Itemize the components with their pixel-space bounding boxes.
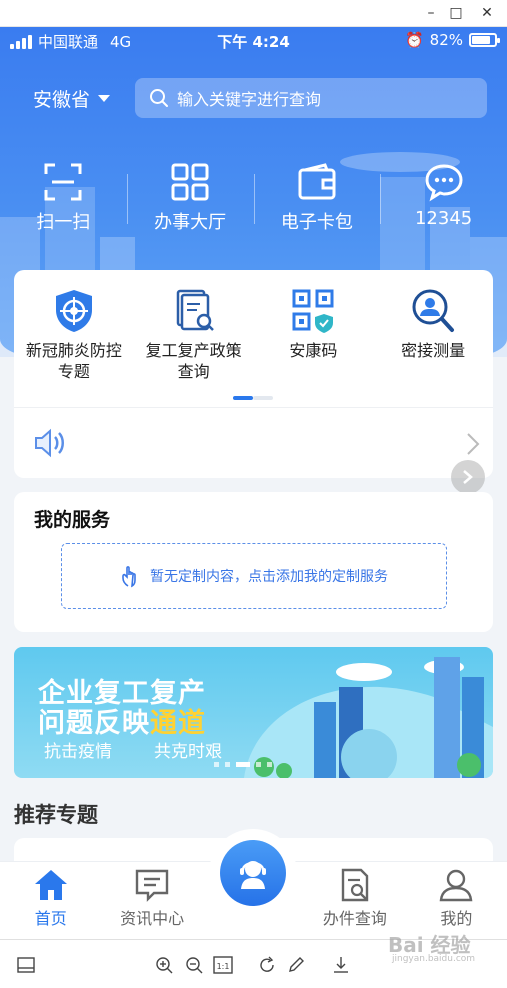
banner-subtitle-2: 共克时艰 (154, 742, 222, 762)
window-title-bar: – □ ✕ (0, 0, 507, 27)
add-custom-service-button[interactable]: 暂无定制内容，点击添加我的定制服务 (61, 543, 447, 609)
quick-action-label: 12345 (414, 208, 473, 229)
banner-pager (214, 762, 272, 767)
service-close-contact[interactable]: 密接测量 (373, 288, 493, 382)
service-label-line1: 密接测量 (401, 341, 466, 360)
banner-title-highlight: 通道 (150, 708, 206, 739)
tab-home[interactable]: 首页 (0, 862, 101, 939)
banner-dot (225, 762, 230, 767)
notice-bar[interactable] (14, 407, 493, 478)
carousel-pager (233, 396, 273, 400)
download-icon[interactable] (330, 954, 352, 976)
zoom-out-icon[interactable] (183, 954, 205, 976)
chevron-right-icon (463, 470, 473, 484)
tab-label: 首页 (34, 909, 67, 928)
close-icon[interactable]: ✕ (478, 4, 496, 22)
query-icon (341, 868, 369, 902)
zoom-in-icon[interactable] (153, 954, 175, 976)
banner-dot (256, 762, 261, 767)
banner-title-line2-a: 问题反映 (38, 708, 150, 739)
floating-next-button[interactable] (451, 460, 485, 494)
qr-code-icon (292, 289, 334, 333)
rotate-icon[interactable] (256, 954, 278, 976)
banner-subtitle-1: 抗击疫情 (44, 742, 112, 762)
grid-icon (171, 163, 209, 201)
document-search-icon (176, 289, 214, 331)
recommended-title: 推荐专题 (14, 803, 98, 827)
service-resume-policy[interactable]: 复工复产政策 查询 (134, 288, 254, 382)
battery-icon (469, 33, 500, 47)
tab-mine[interactable]: 我的 (406, 862, 507, 939)
quick-action-label: 扫一扫 (36, 212, 91, 233)
shield-target-icon (55, 290, 92, 332)
quick-actions: 扫一扫 办事大厅 电子卡包 12345 (0, 162, 507, 242)
phone-screen: 中国联通 4G 下午 4:24 ⏰ 82% 安徽省 输入关键字进行查询 扫一扫 (0, 27, 507, 939)
banner-dot-active (236, 762, 250, 767)
banner-dot (214, 762, 219, 767)
service-label-line2: 专题 (57, 362, 90, 381)
actual-size-icon[interactable]: 1:1 (212, 954, 234, 976)
edit-icon[interactable] (285, 954, 307, 976)
tap-hand-icon (122, 566, 136, 588)
speaker-icon (35, 428, 64, 458)
tab-label: 我的 (440, 909, 473, 928)
wallet-icon (298, 163, 336, 200)
assistant-icon (240, 861, 266, 889)
service-covid-topic[interactable]: 新冠肺炎防控 专题 (14, 288, 134, 382)
region-selector[interactable]: 安徽省 (33, 85, 111, 112)
pager-dot-active (233, 396, 253, 400)
resume-work-banner[interactable]: 企业复工复产 问题反映通道 抗击疫情 共克时艰 (14, 647, 493, 778)
quick-action-12345[interactable]: 12345 (380, 162, 507, 242)
battery-percent: 82% (429, 31, 463, 49)
search-placeholder: 输入关键字进行查询 (177, 90, 322, 109)
quick-action-wallet[interactable]: 电子卡包 (253, 162, 381, 242)
minimize-icon[interactable]: – (422, 4, 440, 22)
news-icon (135, 869, 169, 902)
panel-toggle-icon[interactable] (15, 954, 37, 976)
tab-query[interactable]: 办件查询 (304, 862, 405, 939)
tab-news[interactable]: 资讯中心 (101, 862, 202, 939)
maximize-icon[interactable]: □ (447, 4, 465, 22)
service-ankang-code[interactable]: 安康码 (254, 288, 374, 382)
quick-action-hall[interactable]: 办事大厅 (126, 162, 254, 242)
user-icon (439, 869, 473, 902)
quick-action-label: 办事大厅 (154, 212, 227, 233)
service-label-line1: 新冠肺炎防控 (25, 341, 122, 360)
person-search-icon (412, 289, 455, 332)
banner-dot (267, 762, 272, 767)
assistant-button[interactable] (209, 829, 297, 917)
tab-label: 办件查询 (322, 909, 387, 928)
banner-title-line2: 问题反映通道 (38, 701, 206, 740)
svg-text:1:1: 1:1 (217, 962, 230, 971)
service-label-line1: 安康码 (289, 341, 338, 360)
home-icon (34, 870, 67, 900)
alarm-icon: ⏰ (404, 31, 424, 49)
region-label: 安徽省 (33, 89, 91, 111)
status-bar: 中国联通 4G 下午 4:24 ⏰ 82% (0, 27, 507, 55)
chevron-right-icon (467, 433, 480, 455)
service-label-line2: 查询 (177, 362, 210, 381)
chevron-down-icon (98, 95, 111, 102)
watermark-url: jingyan.baidu.com (392, 954, 476, 964)
service-label-line1: 复工复产政策 (145, 341, 242, 360)
pager-dot (253, 396, 273, 400)
search-input[interactable]: 输入关键字进行查询 (135, 78, 487, 118)
my-services-title: 我的服务 (34, 509, 111, 531)
my-services-card: 我的服务 暂无定制内容，点击添加我的定制服务 (14, 492, 493, 632)
search-icon (150, 89, 168, 107)
quick-action-label: 电子卡包 (280, 212, 353, 233)
scan-icon (44, 163, 82, 201)
quick-action-scan[interactable]: 扫一扫 (0, 162, 127, 242)
empty-service-text: 暂无定制内容，点击添加我的定制服务 (150, 569, 388, 585)
tab-label: 资讯中心 (120, 909, 185, 928)
chat-icon (425, 164, 463, 202)
services-card: 新冠肺炎防控 专题 复工复产政策 查询 安康码 密接测量 (14, 270, 493, 478)
